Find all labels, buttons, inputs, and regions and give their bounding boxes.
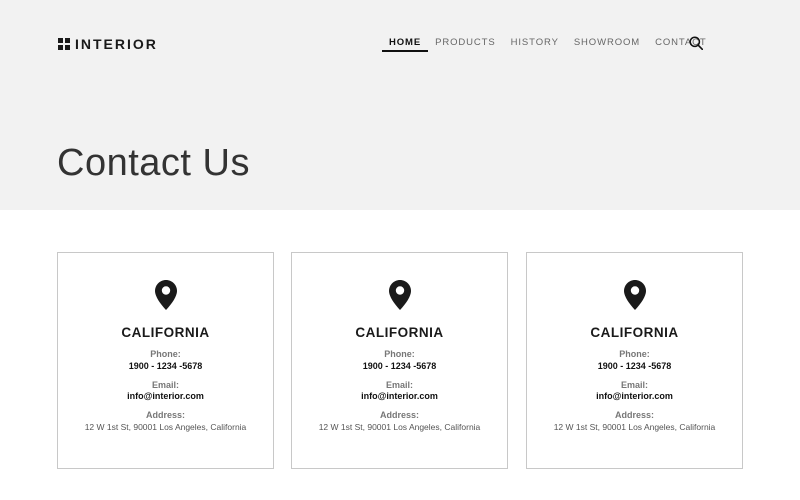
email-value[interactable]: info@interior.com	[58, 391, 273, 401]
location-region: CALIFORNIA	[121, 325, 210, 340]
phone-value: 1900 - 1234 -5678	[362, 361, 437, 371]
address-label: Address:	[614, 410, 654, 420]
address-value: 12 W 1st St, 90001 Los Angeles, Californ…	[553, 422, 716, 432]
map-pin-icon	[389, 280, 411, 310]
phone-label: Phone:	[619, 349, 650, 359]
location-card: CALIFORNIA Phone: 1900 - 1234 -5678 Emai…	[57, 252, 274, 469]
search-icon[interactable]	[689, 36, 703, 50]
email-value[interactable]: info@interior.com	[292, 391, 507, 401]
site-logo[interactable]: INTERIOR	[58, 36, 158, 52]
phone-label: Phone:	[384, 349, 415, 359]
location-card: CALIFORNIA Phone: 1900 - 1234 -5678 Emai…	[526, 252, 743, 469]
address-label: Address:	[145, 410, 185, 420]
address-value: 12 W 1st St, 90001 Los Angeles, Californ…	[318, 422, 481, 432]
location-region: CALIFORNIA	[590, 325, 679, 340]
email-label: Email:	[620, 380, 648, 390]
address-label: Address:	[379, 410, 419, 420]
map-pin-icon	[624, 280, 646, 310]
phone-value: 1900 - 1234 -5678	[128, 361, 203, 371]
nav-history[interactable]: HISTORY	[511, 36, 559, 52]
page-title: Contact Us	[57, 142, 250, 184]
email-label: Email:	[385, 380, 413, 390]
nav-home[interactable]: HOME	[382, 36, 429, 52]
phone-value: 1900 - 1234 -5678	[597, 361, 672, 371]
phone-label: Phone:	[150, 349, 181, 359]
brand-name: INTERIOR	[75, 36, 158, 52]
nav-products[interactable]: PRODUCTS	[435, 36, 496, 52]
map-pin-icon	[155, 280, 177, 310]
location-region: CALIFORNIA	[355, 325, 444, 340]
main-nav: HOME PRODUCTS HISTORY SHOWROOM CONTACT	[382, 36, 719, 52]
page-header: INTERIOR HOME PRODUCTS HISTORY SHOWROOM …	[0, 0, 800, 210]
nav-showroom[interactable]: SHOWROOM	[574, 36, 640, 52]
location-card: CALIFORNIA Phone: 1900 - 1234 -5678 Emai…	[291, 252, 508, 469]
address-value: 12 W 1st St, 90001 Los Angeles, Californ…	[84, 422, 247, 432]
email-value[interactable]: info@interior.com	[527, 391, 742, 401]
logo-grid-icon	[58, 38, 70, 50]
email-label: Email:	[151, 380, 179, 390]
